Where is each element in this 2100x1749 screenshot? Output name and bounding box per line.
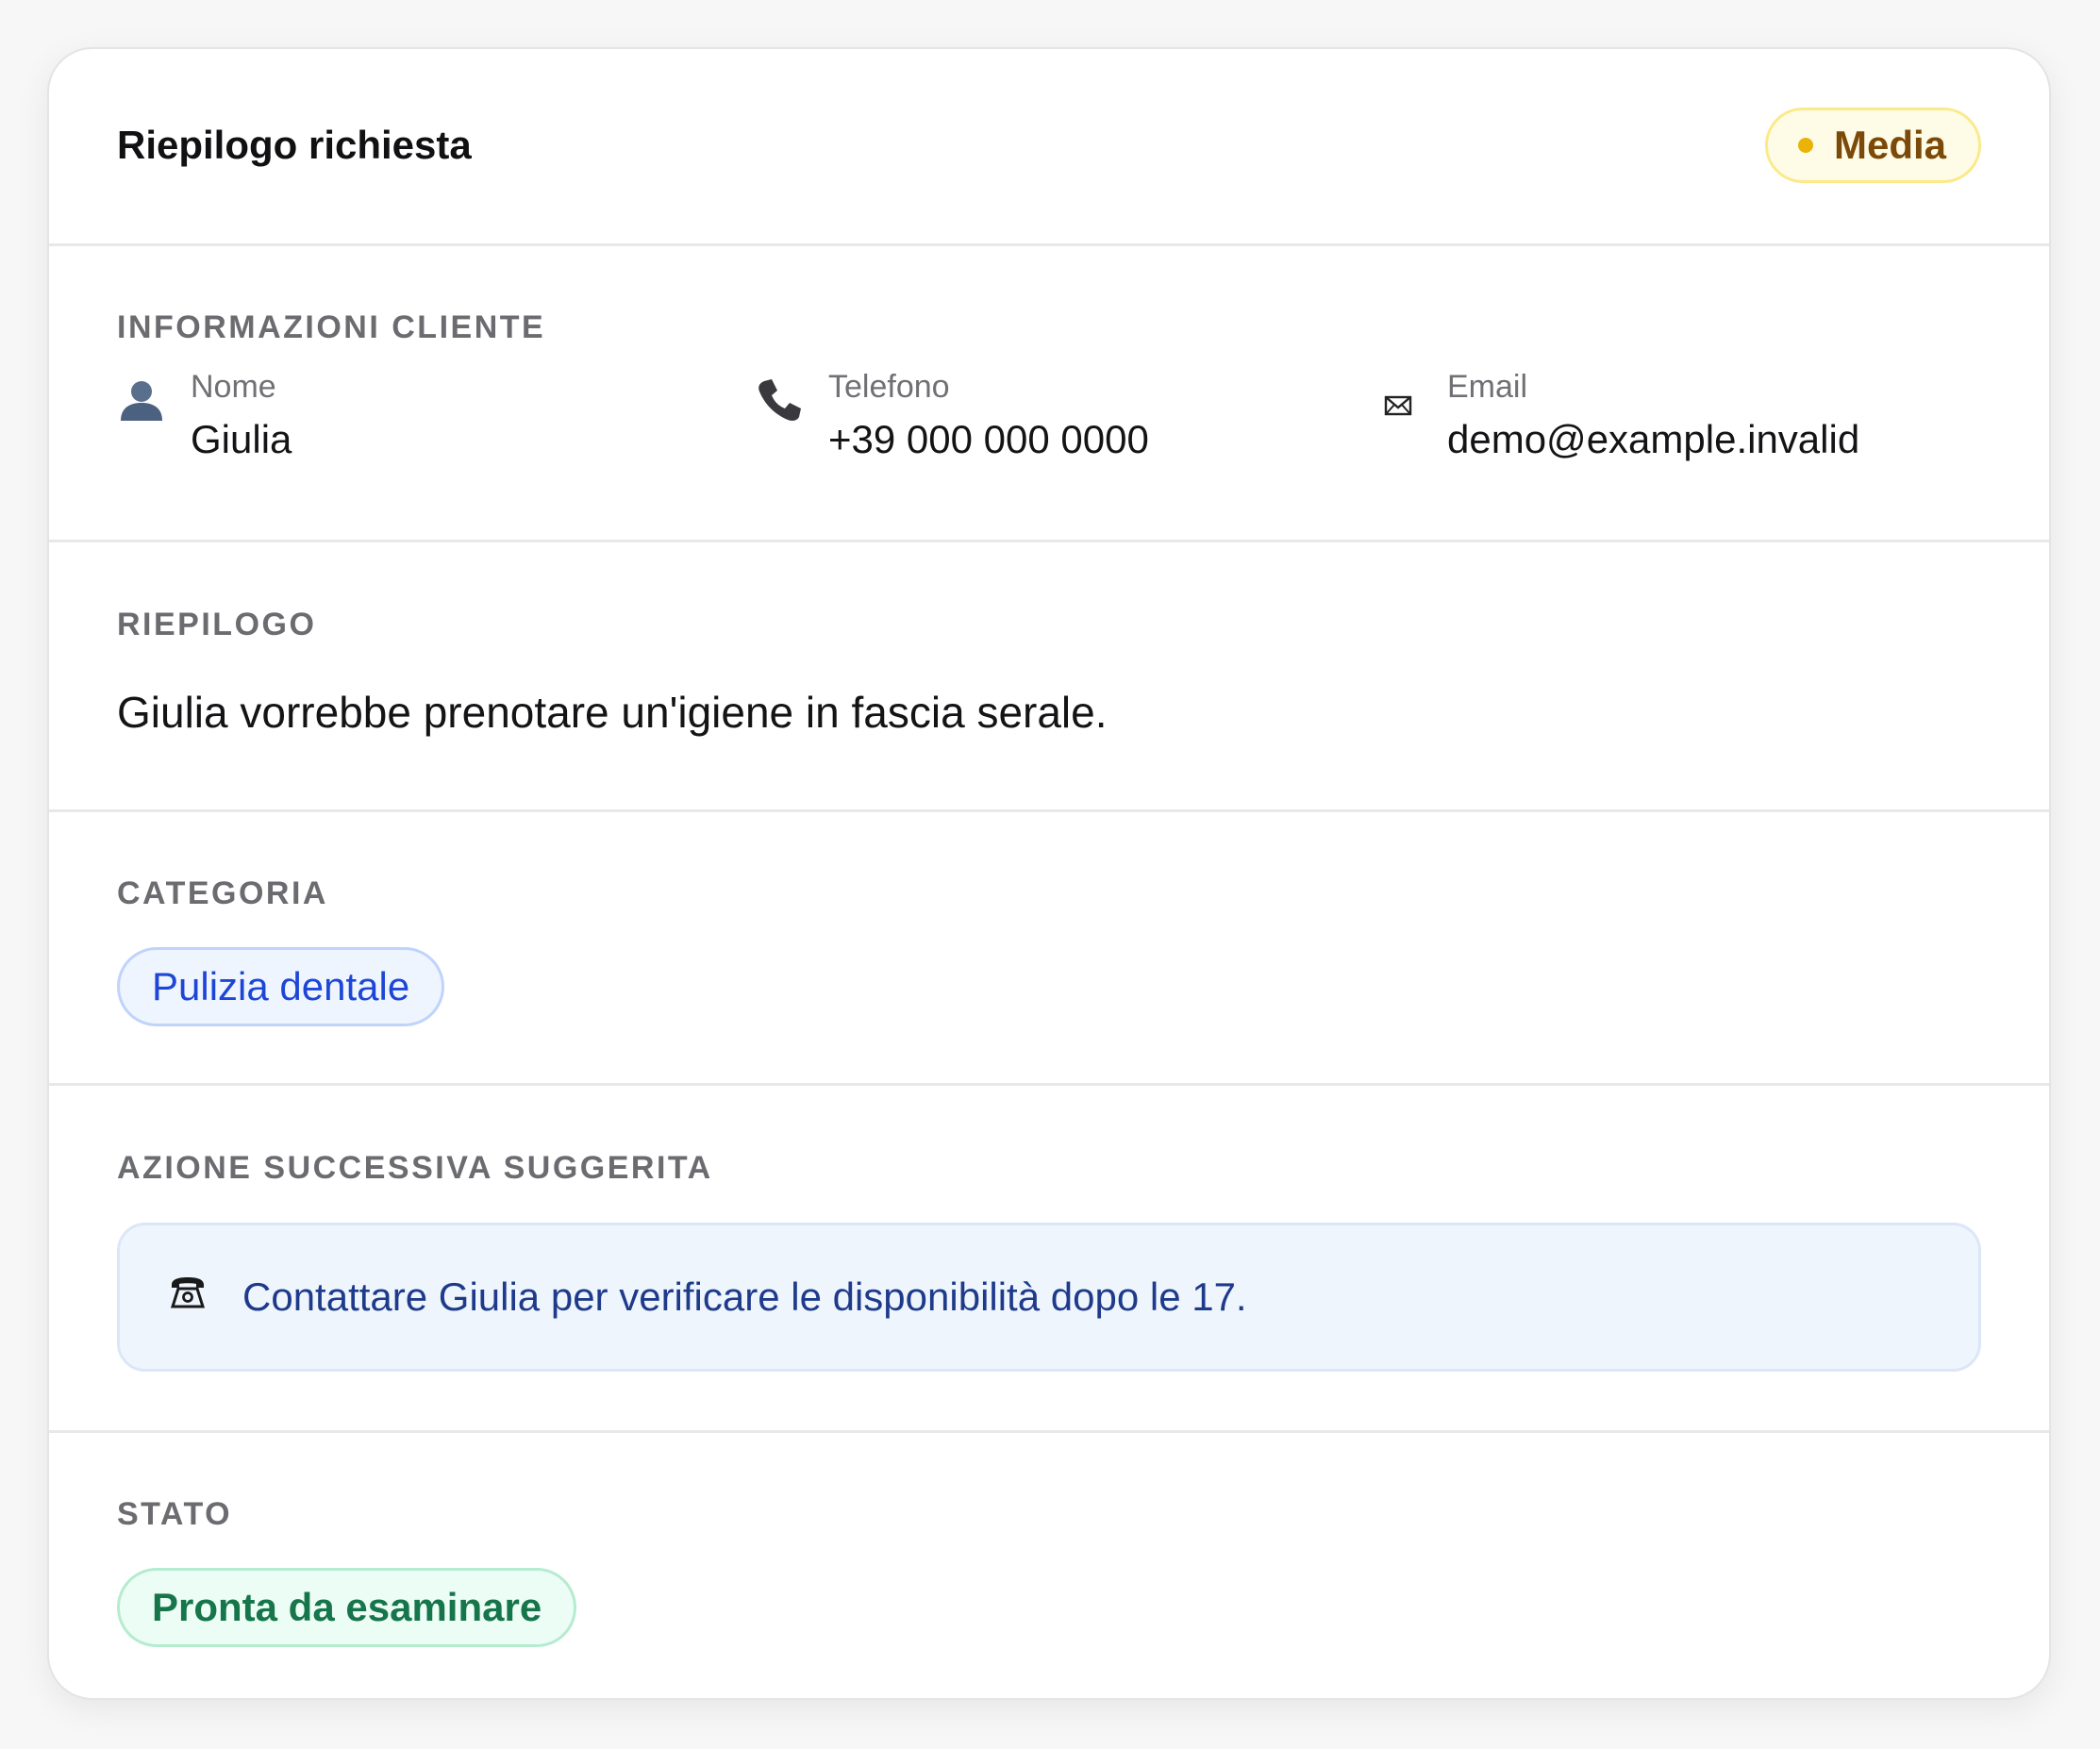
divider [49,243,2049,246]
card-header: Riepilogo richiesta Media [49,49,2049,243]
divider [49,540,2049,542]
name-value: Giulia [191,417,292,461]
divider [49,809,2049,812]
name-label: Nome [191,369,276,405]
priority-badge: Media [1764,108,1981,183]
divider [49,1430,2049,1433]
phone-label: Telefono [828,369,950,405]
category-pill: Pulizia dentale [117,947,445,1026]
telephone-icon [167,1272,208,1313]
summary-text: Giulia vorrebbe prenotare un'igiene in f… [117,688,1108,737]
card-title: Riepilogo richiesta [117,123,472,167]
customer-email-text: Email demo@example.invalid [1447,368,1859,464]
priority-label: Media [1833,123,1946,167]
customer-name-item: Nome Giulia [117,368,292,464]
priority-dot-icon [1797,138,1813,153]
customer-email-item: Email demo@example.invalid [1374,368,1859,464]
envelope-icon [1374,381,1423,430]
email-value[interactable]: demo@example.invalid [1447,415,1859,464]
phone-icon [755,375,804,425]
customer-phone-text: Telefono +39 000 000 0000 [828,368,1149,464]
next-action-section-label: AZIONE SUCCESSIVA SUGGERITA [117,1150,713,1186]
status-section-label: STATO [117,1496,233,1532]
customer-phone-item: Telefono +39 000 000 0000 [755,368,1149,464]
next-action-text: Contattare Giulia per verificare le disp… [242,1274,1247,1319]
status-pill: Pronta da esaminare [117,1568,577,1647]
category-section-label: CATEGORIA [117,875,328,911]
person-icon [117,375,166,425]
divider [49,1083,2049,1086]
email-label: Email [1447,369,1528,405]
customer-section-label: INFORMAZIONI CLIENTE [117,309,546,345]
request-summary-card: Riepilogo richiesta Media INFORMAZIONI C… [47,47,2051,1700]
summary-section-label: RIEPILOGO [117,607,317,642]
phone-value[interactable]: +39 000 000 0000 [828,415,1149,464]
customer-name-text: Nome Giulia [191,368,292,464]
next-action-box: Contattare Giulia per verificare le disp… [117,1223,1981,1372]
